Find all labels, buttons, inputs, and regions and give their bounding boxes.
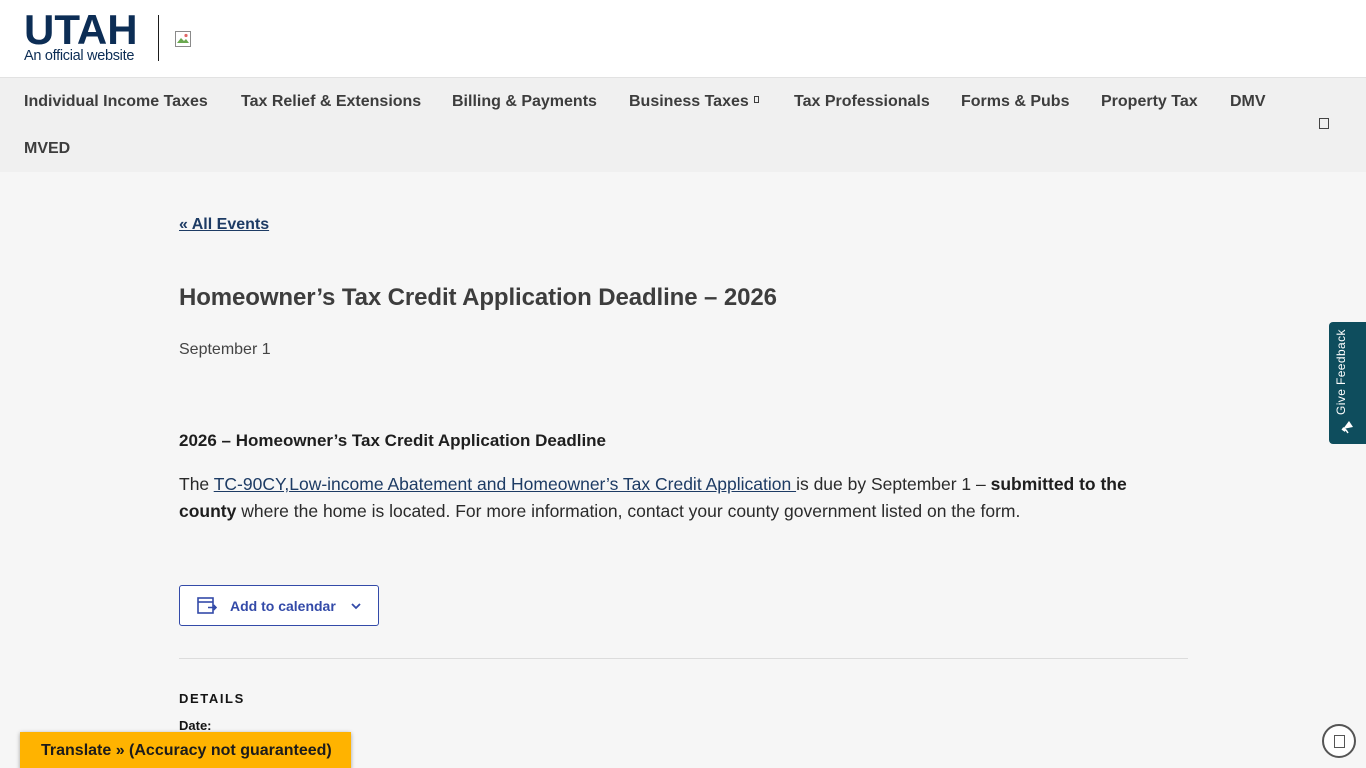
utah-logo-link[interactable]: UTAH An official website: [24, 10, 142, 66]
translate-label: Translate » (Accuracy not guaranteed): [41, 742, 332, 759]
site-header: UTAH An official website: [0, 0, 1366, 78]
header-divider: [158, 15, 159, 61]
event-date: September 1: [179, 341, 271, 358]
tc-90cy-form-link[interactable]: TC-90CY,Low-income Abatement and Homeown…: [214, 474, 796, 494]
nav-item-forms-pubs[interactable]: Forms & Pubs: [961, 92, 1069, 112]
broken-image-icon: [175, 31, 191, 47]
utah-logo-subtitle: An official website: [24, 48, 135, 64]
utah-logo-title: UTAH: [24, 10, 138, 53]
desc-mid: is due by September 1 –: [796, 474, 991, 494]
nav-item-business-taxes-label: Business Taxes: [629, 93, 749, 110]
translate-bar[interactable]: Translate » (Accuracy not guaranteed): [20, 732, 351, 768]
nav-item-property-tax[interactable]: Property Tax: [1101, 92, 1198, 112]
details-date-label: Date:: [179, 718, 212, 733]
desc-prefix: The: [179, 474, 214, 494]
nav-item-dmv[interactable]: DMV: [1230, 92, 1266, 112]
calendar-export-icon: [197, 597, 218, 614]
give-feedback-tab[interactable]: Give Feedback: [1329, 322, 1366, 444]
details-heading: DETAILS: [179, 691, 245, 706]
nav-item-individual-income-taxes[interactable]: Individual Income Taxes: [24, 92, 208, 112]
nav-item-mved[interactable]: MVED: [24, 139, 70, 159]
details-separator: [179, 658, 1188, 659]
dropdown-caret-icon: [753, 96, 759, 103]
event-description: The TC-90CY,Low-income Abatement and Hom…: [179, 471, 1179, 525]
square-icon: [1334, 735, 1345, 748]
event-title: Homeowner’s Tax Credit Application Deadl…: [179, 284, 777, 311]
add-to-calendar-button[interactable]: Add to calendar: [179, 585, 379, 626]
nav-menu-icon[interactable]: [1319, 118, 1329, 129]
accessibility-circle-button[interactable]: [1322, 724, 1356, 758]
chevron-down-icon: [350, 600, 362, 612]
nav-item-tax-relief-extensions[interactable]: Tax Relief & Extensions: [241, 92, 421, 112]
nav-item-business-taxes[interactable]: Business Taxes: [629, 92, 759, 112]
nav-item-billing-payments[interactable]: Billing & Payments: [452, 92, 597, 112]
event-description-heading: 2026 – Homeowner’s Tax Credit Applicatio…: [179, 431, 607, 450]
give-feedback-label: Give Feedback: [1334, 329, 1348, 415]
add-to-calendar-label: Add to calendar: [230, 598, 336, 614]
main-nav: Individual Income Taxes Tax Relief & Ext…: [0, 78, 1366, 172]
megaphone-icon: [1340, 418, 1356, 434]
desc-suffix: where the home is located. For more info…: [236, 501, 1021, 521]
nav-item-tax-professionals[interactable]: Tax Professionals: [794, 92, 930, 112]
all-events-link[interactable]: « All Events: [179, 216, 269, 234]
